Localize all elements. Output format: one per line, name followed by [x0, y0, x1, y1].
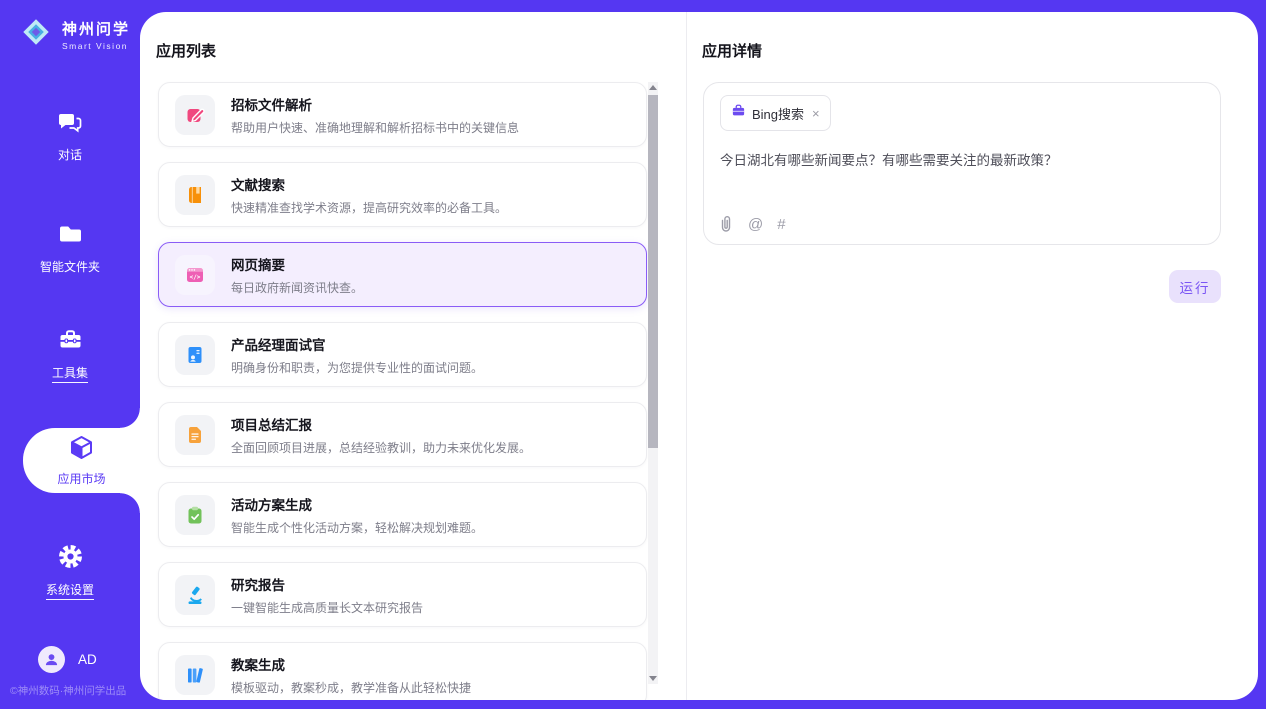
app-detail-panel: 应用详情 Bing搜索 × 今日湖北有哪些新闻要点？有哪些需要关注的最新政策？ — [687, 12, 1258, 700]
app-detail-title: 应用详情 — [702, 40, 762, 61]
app-name: 招标文件解析 — [231, 94, 519, 114]
app-card-project-summary[interactable]: 项目总结汇报 全面回顾项目进展，总结经验教训，助力未来优化发展。 — [158, 402, 647, 467]
app-name: 教案生成 — [231, 654, 471, 674]
app-card-bid-parse[interactable]: 招标文件解析 帮助用户快速、准确地理解和解析招标书中的关键信息 — [158, 82, 647, 147]
event-plan-icon — [175, 495, 215, 535]
run-button[interactable]: 运行 — [1169, 270, 1221, 303]
chat-icon — [57, 108, 84, 140]
bubble-fillet-top — [120, 408, 140, 428]
bid-parse-icon — [175, 95, 215, 135]
sidebar-item-label: 智能文件夹 — [40, 258, 100, 275]
sidebar-item-label: 对话 — [58, 146, 82, 163]
hash-icon[interactable]: # — [777, 216, 785, 233]
app-name: 项目总结汇报 — [231, 414, 531, 434]
app-card-research-report[interactable]: 研究报告 一键智能生成高质量长文本研究报告 — [158, 562, 647, 627]
user-name: AD — [78, 652, 97, 667]
literature-search-icon — [175, 175, 215, 215]
app-card-list: 招标文件解析 帮助用户快速、准确地理解和解析招标书中的关键信息 文献搜索 快速精… — [158, 82, 647, 700]
user-account[interactable]: AD — [38, 646, 97, 673]
research-report-icon — [175, 575, 215, 615]
app-list-scrollbar[interactable] — [648, 82, 658, 684]
project-summary-icon — [175, 415, 215, 455]
sidebar-item-chat[interactable]: 对话 — [0, 108, 140, 163]
lesson-plan-icon — [175, 655, 215, 695]
toolbox-icon — [57, 326, 84, 358]
bubble-fillet-bottom — [120, 493, 140, 513]
sidebar-item-label: 工具集 — [52, 364, 88, 383]
app-shell: 神州问学 Smart Vision 对话 智能文件夹 — [0, 0, 1266, 709]
copyright-text: ©神州数码·神州问学出品 — [10, 683, 140, 698]
sidebar-item-label: 应用市场 — [57, 470, 105, 487]
app-card-pm-interviewer[interactable]: 产品经理面试官 明确身份和职责，为您提供专业性的面试问题。 — [158, 322, 647, 387]
app-description: 智能生成个性化活动方案，轻松解决规划难题。 — [231, 519, 483, 536]
webpage-summary-icon: </> — [175, 255, 215, 295]
tool-tag-label: Bing搜索 — [752, 104, 804, 123]
tag-close-icon[interactable]: × — [812, 107, 820, 120]
avatar — [38, 646, 65, 673]
gear-icon — [57, 543, 84, 575]
folder-icon — [57, 220, 84, 252]
brand-diamond-icon — [16, 12, 56, 57]
app-name: 产品经理面试官 — [231, 334, 483, 354]
app-description: 全面回顾项目进展，总结经验教训，助力未来优化发展。 — [231, 439, 531, 456]
sidebar-item-smart-folder[interactable]: 智能文件夹 — [0, 220, 140, 275]
scrollbar-thumb[interactable] — [648, 95, 658, 448]
app-name: 网页摘要 — [231, 254, 363, 274]
pm-interviewer-icon — [175, 335, 215, 375]
app-description: 模板驱动，教案秒成，教学准备从此轻松快捷 — [231, 679, 471, 696]
brand-subtitle: Smart Vision — [62, 41, 130, 51]
app-name: 研究报告 — [231, 574, 423, 594]
sidebar-item-toolset[interactable]: 工具集 — [0, 326, 140, 383]
cube-icon — [68, 434, 95, 466]
attachment-icon[interactable] — [718, 215, 734, 233]
app-card-literature-search[interactable]: 文献搜索 快速精准查找学术资源，提高研究效率的必备工具。 — [158, 162, 647, 227]
briefcase-icon — [731, 103, 746, 123]
app-card-lesson-plan[interactable]: 教案生成 模板驱动，教案秒成，教学准备从此轻松快捷 — [158, 642, 647, 700]
scrollbar-up-arrow-icon[interactable] — [649, 85, 657, 90]
app-description: 明确身份和职责，为您提供专业性的面试问题。 — [231, 359, 483, 376]
input-toolbar: @ # — [718, 215, 786, 233]
app-name: 活动方案生成 — [231, 494, 483, 514]
app-description: 帮助用户快速、准确地理解和解析招标书中的关键信息 — [231, 119, 519, 136]
svg-text:</>: </> — [190, 273, 201, 280]
app-description: 每日政府新闻资讯快查。 — [231, 279, 363, 296]
sidebar-item-app-market[interactable]: 应用市场 — [23, 428, 140, 493]
app-description: 一键智能生成高质量长文本研究报告 — [231, 599, 423, 616]
mention-icon[interactable]: @ — [748, 216, 763, 233]
sidebar-item-label: 系统设置 — [46, 581, 94, 600]
app-description: 快速精准查找学术资源，提高研究效率的必备工具。 — [231, 199, 507, 216]
tool-tag-bing-search[interactable]: Bing搜索 × — [720, 95, 831, 131]
brand-name: 神州问学 — [62, 18, 130, 39]
app-name: 文献搜索 — [231, 174, 507, 194]
app-list-title: 应用列表 — [156, 40, 216, 61]
query-text-input[interactable]: 今日湖北有哪些新闻要点？有哪些需要关注的最新政策？ — [720, 151, 1204, 171]
brand-logo: 神州问学 Smart Vision — [16, 12, 130, 57]
scrollbar-down-arrow-icon[interactable] — [649, 676, 657, 681]
sidebar-item-system-settings[interactable]: 系统设置 — [0, 543, 140, 600]
app-card-event-plan[interactable]: 活动方案生成 智能生成个性化活动方案，轻松解决规划难题。 — [158, 482, 647, 547]
app-card-webpage-summary[interactable]: </> 网页摘要 每日政府新闻资讯快查。 — [158, 242, 647, 307]
person-icon — [43, 651, 60, 668]
prompt-input-card[interactable]: Bing搜索 × 今日湖北有哪些新闻要点？有哪些需要关注的最新政策？ @ # — [703, 82, 1221, 245]
main-panel: 应用列表 招标文件解析 帮助用户快速、准确地理解和解析招标书中的关键信息 — [140, 12, 1258, 700]
